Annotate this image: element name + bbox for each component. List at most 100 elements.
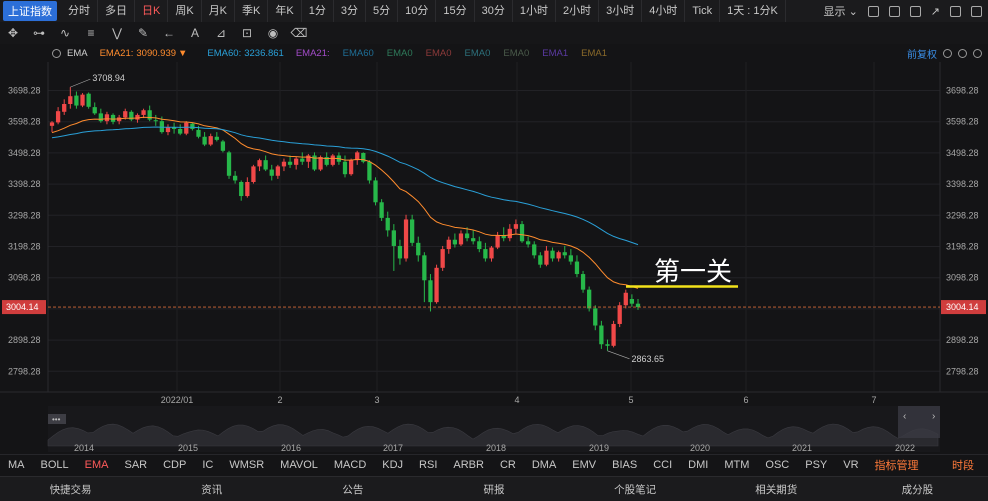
indicator-tab[interactable]: BOLL xyxy=(33,459,77,471)
ema-legend-item[interactable]: EMA0 xyxy=(426,48,455,59)
candle-body xyxy=(507,228,512,239)
candle-body xyxy=(287,161,293,165)
indicator-tab[interactable]: IC xyxy=(194,459,221,471)
ema-legend-item[interactable]: EMA0 xyxy=(465,48,494,59)
settings-icon[interactable] xyxy=(867,5,879,17)
line-tool-icon[interactable]: ⊶ xyxy=(26,26,52,40)
ema-legend-item[interactable]: EMA21: xyxy=(296,48,333,59)
timeframe-tab[interactable]: 5分 xyxy=(366,0,399,22)
fib-tool-icon[interactable]: ≡ xyxy=(78,26,104,40)
arrow-tool-icon[interactable]: ← xyxy=(156,26,182,40)
timeframe-tab[interactable]: 1小时 xyxy=(513,0,556,22)
candle-body xyxy=(159,121,165,133)
candle-body xyxy=(623,292,628,306)
symbol-button[interactable]: 上证指数 xyxy=(3,1,57,21)
indicator-tab[interactable]: ARBR xyxy=(445,459,492,471)
y-tick-right: 3098.28 xyxy=(946,273,979,283)
settings-circle-icon[interactable] xyxy=(52,48,61,58)
lock-icon[interactable]: ⊡ xyxy=(234,26,260,40)
ema-label: EMA21: xyxy=(295,47,330,59)
ema-legend-item[interactable]: EMA21: 3090.939 ▼ xyxy=(100,48,198,59)
indicator-tab[interactable]: WMSR xyxy=(221,459,272,471)
pattern-tool-icon[interactable]: ⋁ xyxy=(104,26,130,40)
indicator-tab[interactable]: MACD xyxy=(326,459,374,471)
indicator-tab[interactable]: CCI xyxy=(645,459,680,471)
bottom-tab[interactable]: 相关期货 xyxy=(706,482,847,497)
display-dropdown[interactable]: 显示 ⌄ xyxy=(824,3,858,19)
indicator-manage-button[interactable]: 指标管理 xyxy=(867,457,927,473)
timeframe-tab[interactable]: 4小时 xyxy=(642,0,686,22)
indicator-tab[interactable]: EMV xyxy=(564,459,604,471)
timeframe-tab[interactable]: 分时 xyxy=(61,0,98,22)
candle-body xyxy=(422,255,427,281)
ema-label: EMA60 xyxy=(342,47,374,59)
toolbar-right: 显示 ⌄ ↗ xyxy=(824,0,982,22)
bottom-tab[interactable]: 资讯 xyxy=(141,482,282,497)
indicator-tab[interactable]: DMA xyxy=(524,459,564,471)
timeframe-tab[interactable]: 2小时 xyxy=(556,0,600,22)
timeframe-tab[interactable]: 周K xyxy=(168,0,202,22)
fullscreen-icon[interactable] xyxy=(950,5,961,17)
indicator-tab[interactable]: MAVOL xyxy=(272,459,326,471)
timeframe-tab[interactable]: 15分 xyxy=(436,0,475,22)
indicator-tab[interactable]: DMI xyxy=(680,459,716,471)
expand-icon[interactable] xyxy=(971,5,982,17)
candle-body xyxy=(513,224,519,229)
indicator-tab[interactable]: RSI xyxy=(411,459,445,471)
adjust-button[interactable]: 前复权 xyxy=(907,46,937,61)
ema-legend-item[interactable]: EMA0 xyxy=(387,48,416,59)
annotation-text: 第一关 xyxy=(654,258,732,288)
price-chart[interactable]: 3698.28 3698.28 3598.28 3598.28 3498.28 3498.… xyxy=(0,62,988,454)
timeframe-tab[interactable]: 10分 xyxy=(398,0,437,22)
indicator-tab[interactable]: CDP xyxy=(155,459,194,471)
bottom-tab[interactable]: 成分股 xyxy=(847,482,988,497)
y-tick-left: 3498.28 xyxy=(8,148,41,158)
timeframe-tab[interactable]: 30分 xyxy=(475,0,513,22)
indicator-tab[interactable]: KDJ xyxy=(374,459,411,471)
timeframe-tab[interactable]: 3小时 xyxy=(599,0,643,22)
candle-body xyxy=(226,152,232,176)
indicator-tab[interactable]: VR xyxy=(835,459,866,471)
ema-legend-item[interactable]: EMA1 xyxy=(542,48,571,59)
timeframe-tab[interactable]: 季K xyxy=(235,0,269,22)
plus-circle-icon[interactable] xyxy=(973,48,982,58)
curve-tool-icon[interactable]: ∿ xyxy=(52,26,78,40)
text-tool-icon[interactable]: A xyxy=(182,26,208,40)
ema-legend-item[interactable]: EMA60: 3236.861 xyxy=(207,48,285,59)
share-icon[interactable]: ↗ xyxy=(931,5,940,18)
timing-button[interactable]: 时段 xyxy=(944,457,982,473)
timeframe-tab[interactable]: 月K xyxy=(202,0,236,22)
bottom-tab[interactable]: 研报 xyxy=(423,482,564,497)
pen-tool-icon[interactable]: ✎ xyxy=(130,26,156,40)
indicator-tab[interactable]: EMA xyxy=(77,459,117,471)
ema-legend-item[interactable]: EMA60 xyxy=(343,48,377,59)
ema-legend-item[interactable]: EMA0 xyxy=(503,48,532,59)
indicator-tab[interactable]: CR xyxy=(492,459,524,471)
bottom-tab[interactable]: 公告 xyxy=(282,482,423,497)
info-circle-icon[interactable] xyxy=(943,48,952,58)
timeframe-tab[interactable]: 3分 xyxy=(334,0,366,22)
indicator-tab[interactable]: MA xyxy=(0,459,33,471)
indicator-tab[interactable]: MTM xyxy=(716,459,757,471)
bottom-tab[interactable]: 个股笔记 xyxy=(565,482,706,497)
ema-legend-item[interactable]: EMA1 xyxy=(581,48,610,59)
layout-icon[interactable] xyxy=(888,5,900,17)
camera-icon[interactable] xyxy=(909,5,921,17)
indicator-tab[interactable]: SAR xyxy=(116,459,155,471)
indicator-tab[interactable]: PSY xyxy=(797,459,835,471)
indicator-tab[interactable]: OSC xyxy=(757,459,797,471)
trash-icon[interactable]: ⌫ xyxy=(286,26,312,40)
timeframe-tab[interactable]: 1分 xyxy=(302,0,334,22)
minus-circle-icon[interactable] xyxy=(958,48,967,58)
timeframe-tab[interactable]: 日K xyxy=(135,0,169,22)
timeframe-tab[interactable]: 1天 : 1分K xyxy=(720,0,786,22)
ema-name[interactable]: EMA xyxy=(67,48,88,59)
timeframe-tab[interactable]: 年K xyxy=(268,0,302,22)
crosshair-icon[interactable]: ✥ xyxy=(0,26,26,40)
eye-icon[interactable]: ◉ xyxy=(260,26,286,40)
indicator-tab[interactable]: BIAS xyxy=(604,459,645,471)
measure-tool-icon[interactable]: ⊿ xyxy=(208,26,234,40)
timeframe-tab[interactable]: Tick xyxy=(685,0,721,22)
bottom-tab[interactable]: 快捷交易 xyxy=(0,482,141,497)
timeframe-tab[interactable]: 多日 xyxy=(98,0,135,22)
